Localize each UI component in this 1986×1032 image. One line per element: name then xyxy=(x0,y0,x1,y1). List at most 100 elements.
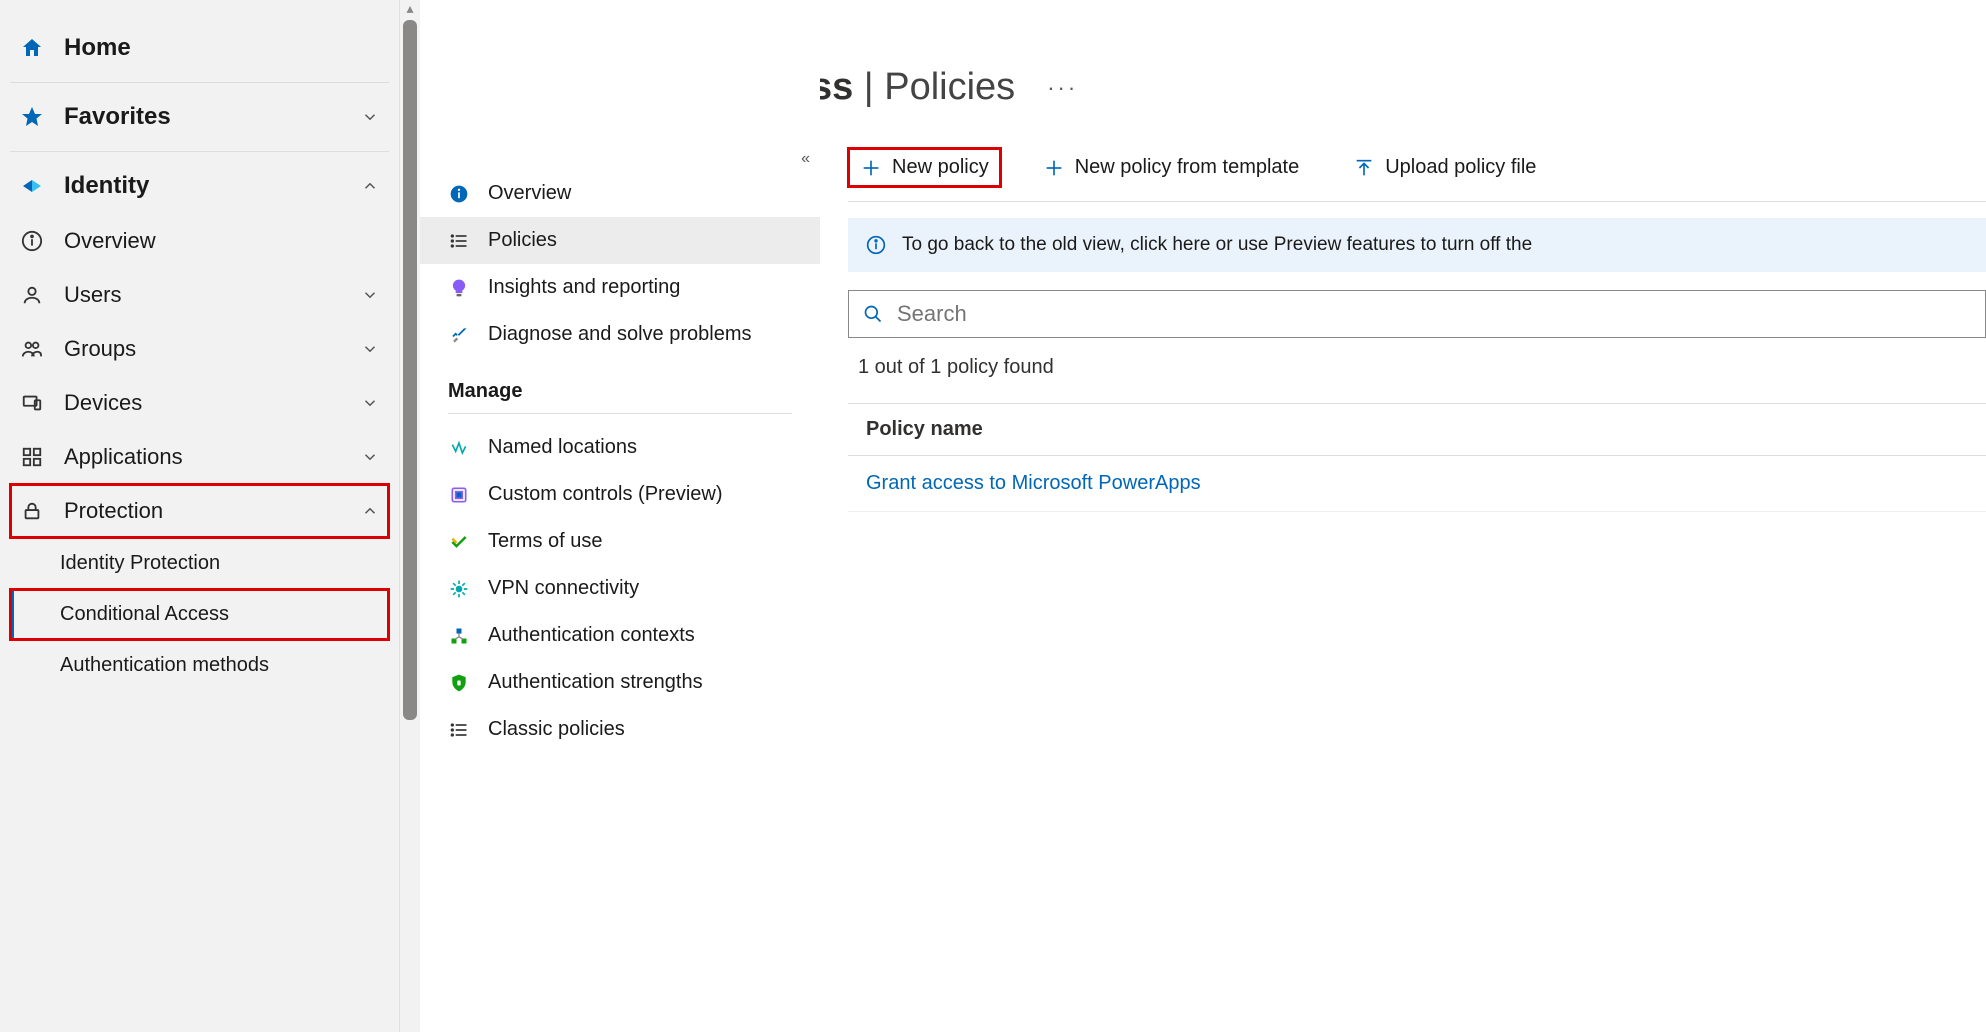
subnav-label: Authentication contexts xyxy=(488,624,695,647)
subnav-item-classic-policies[interactable]: Classic policies xyxy=(420,706,820,753)
bulb-icon xyxy=(448,278,470,298)
sidebar-item-protection[interactable]: Protection xyxy=(10,484,389,538)
main-pane: Home › Conditional Access Conditional Ac… xyxy=(820,0,1986,1032)
toolbar-label: New policy from template xyxy=(1075,156,1300,179)
sidebar-label: Home xyxy=(64,34,131,62)
subnav-item-policies[interactable]: Policies xyxy=(420,217,820,264)
subnav-label: VPN connectivity xyxy=(488,577,639,600)
plus-icon xyxy=(860,157,882,179)
subnav-label: Policies xyxy=(488,229,557,252)
subnav-heading-manage: Manage xyxy=(448,358,792,414)
subnav-item-custom-controls[interactable]: Custom controls (Preview) xyxy=(420,471,820,518)
chevron-up-icon xyxy=(361,502,379,520)
upload-policy-button[interactable]: Upload policy file xyxy=(1341,148,1548,187)
sidebar-item-conditional-access[interactable]: Conditional Access xyxy=(10,589,389,640)
divider xyxy=(10,82,389,83)
sidebar-item-users[interactable]: Users xyxy=(10,268,389,322)
subnav-label: Overview xyxy=(488,182,571,205)
subnav-label: Terms of use xyxy=(488,530,602,553)
policy-link[interactable]: Grant access to Microsoft PowerApps xyxy=(866,472,1201,494)
groups-icon xyxy=(20,338,44,360)
subnav-label: Custom controls (Preview) xyxy=(488,483,723,506)
sidebar-item-identity[interactable]: Identity xyxy=(10,158,389,214)
result-count: 1 out of 1 policy found xyxy=(858,356,1986,379)
subnav-item-vpn[interactable]: VPN connectivity xyxy=(420,565,820,612)
sidebar-item-home[interactable]: Home xyxy=(10,20,389,76)
info-banner[interactable]: To go back to the old view, click here o… xyxy=(848,218,1986,272)
sidebar-label: Users xyxy=(64,282,121,308)
subnav-item-auth-contexts[interactable]: Authentication contexts xyxy=(420,612,820,659)
scrollbar[interactable]: ▴ xyxy=(400,0,420,1032)
subnav-label: Insights and reporting xyxy=(488,276,680,299)
subnav-item-terms-of-use[interactable]: Terms of use xyxy=(420,518,820,565)
star-icon xyxy=(20,105,44,129)
title-main: Conditional Access xyxy=(820,66,853,108)
collapse-icon[interactable]: « xyxy=(801,150,810,168)
sidebar-item-applications[interactable]: Applications xyxy=(10,430,389,484)
search-input[interactable] xyxy=(897,301,1971,327)
sidebar-item-devices[interactable]: Devices xyxy=(10,376,389,430)
chevron-down-icon xyxy=(361,394,379,412)
shield-icon xyxy=(448,673,470,693)
sidebar-label: Applications xyxy=(64,444,183,470)
subnav-item-overview[interactable]: Overview xyxy=(420,170,820,217)
subnav-item-named-locations[interactable]: Named locations xyxy=(420,424,820,471)
sidebar-item-authentication-methods[interactable]: Authentication methods xyxy=(10,640,389,691)
toolbar-label: New policy xyxy=(892,156,989,179)
subnav-label: Named locations xyxy=(488,436,637,459)
plus-icon xyxy=(1043,157,1065,179)
subnav-label: Authentication strengths xyxy=(488,671,703,694)
sidebar-item-groups[interactable]: Groups xyxy=(10,322,389,376)
applications-icon xyxy=(20,446,44,468)
chevron-down-icon xyxy=(361,286,379,304)
custom-controls-icon xyxy=(448,485,470,505)
left-sidebar: Home Favorites Identity Overview Users xyxy=(0,0,400,1032)
main-body: To go back to the old view, click here o… xyxy=(848,201,1986,512)
sidebar-label: Groups xyxy=(64,336,136,362)
subnav-label: Diagnose and solve problems xyxy=(488,323,752,346)
toolbar: New policy New policy from template Uplo… xyxy=(848,148,1986,187)
user-icon xyxy=(20,284,44,306)
subnav-label: Classic policies xyxy=(488,718,625,741)
diagnose-icon xyxy=(448,325,470,345)
subnav-item-auth-strengths[interactable]: Authentication strengths xyxy=(420,659,820,706)
table-header-policy-name[interactable]: Policy name xyxy=(848,403,1986,456)
new-policy-template-button[interactable]: New policy from template xyxy=(1031,148,1312,187)
sidebar-label: Protection xyxy=(64,498,163,524)
new-policy-button[interactable]: New policy xyxy=(848,148,1001,187)
chevron-up-icon xyxy=(361,177,379,195)
toolbar-label: Upload policy file xyxy=(1385,156,1536,179)
sidebar-label: Overview xyxy=(64,228,156,254)
chevron-down-icon xyxy=(361,448,379,466)
more-icon[interactable]: ··· xyxy=(1047,75,1078,101)
scroll-thumb[interactable] xyxy=(403,20,417,720)
sidebar-label: Conditional Access xyxy=(60,603,229,626)
identity-icon xyxy=(20,174,44,198)
subnav-item-insights[interactable]: Insights and reporting xyxy=(420,264,820,311)
info-filled-icon xyxy=(448,184,470,204)
page-title-row: Conditional Access | Policies ··· xyxy=(820,66,1986,109)
policies-icon xyxy=(448,231,470,251)
sidebar-item-overview[interactable]: Overview xyxy=(10,214,389,268)
sidebar-item-favorites[interactable]: Favorites xyxy=(10,89,389,145)
scroll-up-icon[interactable]: ▴ xyxy=(400,0,420,17)
upload-icon xyxy=(1353,157,1375,179)
search-icon xyxy=(863,304,883,324)
subnav-item-diagnose[interactable]: Diagnose and solve problems xyxy=(420,311,820,358)
table-row[interactable]: Grant access to Microsoft PowerApps xyxy=(848,456,1986,512)
terms-icon xyxy=(448,532,470,552)
classic-policies-icon xyxy=(448,720,470,740)
banner-text: To go back to the old view, click here o… xyxy=(902,234,1532,256)
chevron-down-icon xyxy=(361,340,379,358)
page-title: Conditional Access | Policies xyxy=(820,66,1015,109)
info-icon xyxy=(20,230,44,252)
locations-icon xyxy=(448,438,470,458)
auth-contexts-icon xyxy=(448,626,470,646)
lock-icon xyxy=(20,500,44,522)
sidebar-item-identity-protection[interactable]: Identity Protection xyxy=(10,538,389,589)
info-outline-icon xyxy=(866,235,886,255)
sidebar-label: Authentication methods xyxy=(60,654,269,677)
sidebar-label: Devices xyxy=(64,390,142,416)
search-box[interactable] xyxy=(848,290,1986,338)
title-sub: Policies xyxy=(884,66,1015,108)
